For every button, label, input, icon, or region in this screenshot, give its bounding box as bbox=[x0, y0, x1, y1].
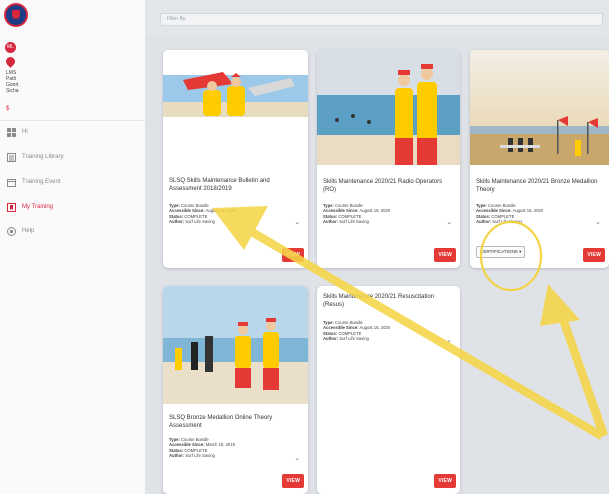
meta-value: August 16, 2019 bbox=[205, 208, 237, 214]
meta-value: August 16, 2020 bbox=[512, 208, 544, 214]
sidebar-item-label: Help bbox=[22, 228, 35, 234]
chevron-down-icon[interactable]: ⌄ bbox=[595, 218, 601, 226]
divider bbox=[0, 120, 145, 121]
card-meta: Type: Course Bundle Accessible Since: Au… bbox=[169, 203, 236, 225]
meta-label: Author: bbox=[169, 219, 185, 225]
meta-label: Type: bbox=[323, 203, 334, 208]
chevron-down-icon[interactable]: ⌄ bbox=[446, 336, 452, 344]
meta-label: Accessible Since: bbox=[323, 208, 359, 214]
view-button[interactable]: VIEW bbox=[282, 474, 304, 488]
meta-label: Status: bbox=[476, 213, 491, 219]
meta-value: COMPLETE bbox=[338, 213, 362, 219]
library-icon bbox=[7, 152, 16, 162]
course-card[interactable]: Skills Maintenance 2020/21 Resuscitation… bbox=[317, 286, 460, 494]
sidebar-item-help[interactable]: Help bbox=[0, 223, 145, 239]
user-line: Sicha bbox=[6, 88, 19, 94]
annotation-arrow-up bbox=[556, 309, 608, 438]
card-title: SLSQ Bronze Medallion Online Theory Asse… bbox=[169, 415, 273, 429]
meta-value: COMPLETE bbox=[184, 213, 208, 219]
meta-label: Type: bbox=[169, 203, 180, 208]
meta-value: Course Bundle bbox=[181, 437, 209, 442]
logo[interactable] bbox=[4, 3, 28, 27]
card-meta: Type: Course Bundle Accessible Since: Au… bbox=[323, 203, 390, 225]
card-meta: Type: Course Bundle Accessible Since: Ma… bbox=[169, 437, 235, 459]
course-card[interactable]: SLSQ Bronze Medallion Online Theory Asse… bbox=[163, 286, 308, 494]
meta-value: Surf Life Saving bbox=[185, 219, 215, 225]
meta-value: COMPLETE bbox=[491, 213, 515, 219]
meta-label: Author: bbox=[323, 336, 339, 342]
meta-value: August 16, 2020 bbox=[359, 208, 391, 214]
meta-label: Accessible Since: bbox=[169, 208, 205, 214]
caret-down-icon: ▾ bbox=[519, 249, 522, 254]
chevron-down-icon[interactable]: ⌄ bbox=[294, 218, 300, 226]
course-card[interactable]: Skills Maintenance 2020/21 Bronze Medall… bbox=[470, 50, 609, 268]
card-meta: Type: Course Bundle Accessible Since: Au… bbox=[323, 320, 390, 342]
meta-label: Accessible Since: bbox=[323, 325, 359, 331]
meta-label: Type: bbox=[323, 320, 334, 325]
meta-label: Author: bbox=[169, 453, 185, 459]
sidebar-item-label: Hi bbox=[22, 129, 28, 135]
user-extra: $ bbox=[6, 106, 10, 112]
sidebar-item-home[interactable]: Hi bbox=[0, 124, 145, 140]
meta-value: Surf Life Saving bbox=[339, 336, 369, 342]
card-meta: Type: Course Bundle Accessible Since: Au… bbox=[476, 203, 543, 225]
meta-label: Type: bbox=[169, 437, 180, 442]
card-image bbox=[163, 50, 308, 145]
filter-input[interactable]: Filter By bbox=[160, 13, 603, 26]
sidebar-item-label: Training Library bbox=[22, 154, 64, 160]
card-image bbox=[163, 286, 308, 404]
sidebar-item-training-event[interactable]: Training Event bbox=[0, 174, 145, 190]
meta-label: Type: bbox=[476, 203, 487, 208]
course-card[interactable]: SLSQ Skills Maintenance Bulletin and Ass… bbox=[163, 50, 308, 268]
meta-value: Course Bundle bbox=[335, 203, 363, 208]
card-title: SLSQ Skills Maintenance Bulletin and Ass… bbox=[169, 178, 270, 192]
bookmark-icon bbox=[7, 202, 16, 212]
view-button[interactable]: VIEW bbox=[434, 248, 456, 262]
meta-value: Course Bundle bbox=[488, 203, 516, 208]
card-image bbox=[470, 50, 609, 165]
grid-icon bbox=[7, 127, 16, 137]
meta-label: Status: bbox=[169, 213, 184, 219]
sidebar-item-label: My Training bbox=[22, 204, 54, 210]
certifications-dropdown[interactable]: CERTIFICATIONS ▾ bbox=[476, 246, 526, 258]
card-title: Skills Maintenance 2020/21 Radio Operato… bbox=[323, 179, 443, 193]
card-title: Skills Maintenance 2020/21 Resuscitation… bbox=[323, 294, 435, 308]
sidebar: ML LMS Patti Goort Sicha $ Hi Training L… bbox=[0, 0, 146, 494]
meta-label: Status: bbox=[323, 213, 338, 219]
view-button[interactable]: VIEW bbox=[583, 248, 605, 262]
view-button[interactable]: VIEW bbox=[282, 248, 304, 262]
avatar[interactable]: ML bbox=[5, 42, 16, 53]
meta-value: Course Bundle bbox=[335, 320, 363, 325]
meta-label: Status: bbox=[169, 447, 184, 453]
card-image bbox=[317, 50, 460, 165]
meta-value: COMPLETE bbox=[184, 447, 208, 453]
meta-value: Surf Life Saving bbox=[339, 219, 369, 225]
sidebar-item-my-training[interactable]: My Training bbox=[0, 199, 145, 215]
meta-label: Accessible Since: bbox=[169, 442, 205, 448]
location-pin-icon bbox=[4, 55, 17, 68]
course-card[interactable]: Skills Maintenance 2020/21 Radio Operato… bbox=[317, 50, 460, 268]
certifications-label: CERTIFICATIONS bbox=[480, 249, 518, 254]
annotation-arrowhead-up bbox=[540, 284, 580, 326]
meta-value: COMPLETE bbox=[338, 330, 362, 336]
meta-label: Author: bbox=[323, 219, 339, 225]
meta-label: Author: bbox=[476, 219, 492, 225]
sidebar-item-label: Training Event bbox=[22, 179, 61, 185]
meta-label: Status: bbox=[323, 330, 338, 336]
help-icon bbox=[7, 226, 16, 236]
chevron-down-icon[interactable]: ⌄ bbox=[294, 454, 300, 462]
meta-value: Course Bundle bbox=[181, 203, 209, 208]
sidebar-item-training-library[interactable]: Training Library bbox=[0, 149, 145, 165]
view-button[interactable]: VIEW bbox=[434, 474, 456, 488]
calendar-icon bbox=[7, 178, 16, 187]
meta-value: August 16, 2020 bbox=[359, 325, 391, 331]
chevron-down-icon[interactable]: ⌄ bbox=[446, 218, 452, 226]
meta-label: Accessible Since: bbox=[476, 208, 512, 214]
card-title: Skills Maintenance 2020/21 Bronze Medall… bbox=[476, 179, 598, 193]
meta-value: Surf Life Saving bbox=[492, 219, 522, 225]
user-info: LMS Patti Goort Sicha bbox=[6, 70, 19, 94]
meta-value: March 18, 2019 bbox=[205, 442, 235, 448]
meta-value: Surf Life Saving bbox=[185, 453, 215, 459]
